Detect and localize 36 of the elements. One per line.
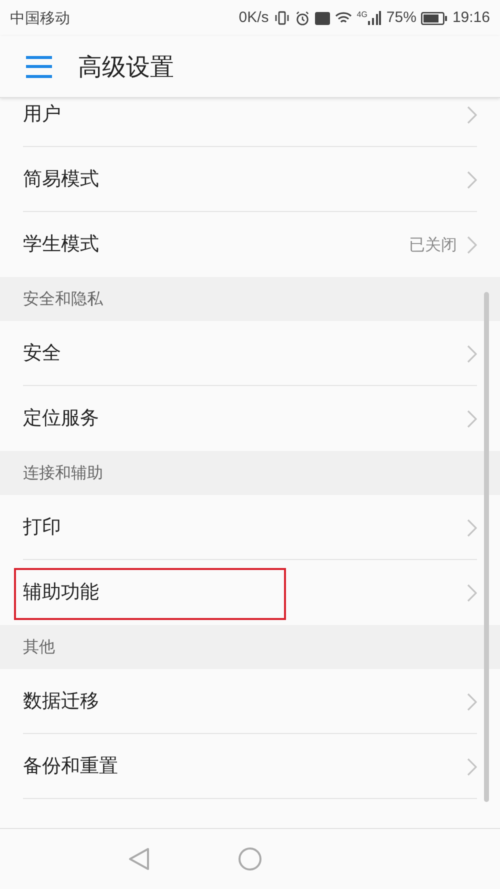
chevron-right-icon <box>467 584 477 602</box>
chevron-right-icon <box>467 170 477 188</box>
row-label: 打印 <box>23 515 61 540</box>
page-title: 高级设置 <box>78 52 174 82</box>
home-icon[interactable] <box>238 847 262 871</box>
network-speed: 0K/s <box>238 8 269 28</box>
row-label: 学生模式 <box>23 232 99 258</box>
row-label: 辅助功能 <box>23 580 99 606</box>
battery-icon <box>421 12 448 24</box>
clock-time: 19:16 <box>452 8 490 28</box>
chevron-right-icon <box>467 692 477 710</box>
row-label: 定位服务 <box>23 406 99 432</box>
chevron-right-icon <box>467 344 477 362</box>
row-label: 安全 <box>23 341 61 366</box>
vibrate-icon <box>274 11 290 25</box>
battery-percent: 75% <box>386 8 416 28</box>
row-label: 数据迁移 <box>23 689 99 714</box>
section-header: 安全和隐私 <box>0 277 500 321</box>
section-header: 其他 <box>0 625 500 669</box>
row-label: 备份和重置 <box>23 754 118 780</box>
network-type: 4G <box>356 11 368 19</box>
chevron-right-icon <box>467 236 477 254</box>
row-label: 简易模式 <box>23 167 99 192</box>
chevron-right-icon <box>467 410 477 428</box>
section-header: 连接和辅助 <box>0 451 500 495</box>
chevron-right-icon <box>467 758 477 776</box>
carrier-text: 中国移动 <box>10 8 70 29</box>
chevron-right-icon <box>467 106 477 124</box>
alarm-icon <box>294 10 310 26</box>
menu-button[interactable] <box>26 56 52 78</box>
back-icon[interactable] <box>128 847 150 871</box>
row-value: 已关闭 <box>409 234 457 256</box>
wifi-icon <box>334 11 352 25</box>
row-label: 用户 <box>23 102 61 128</box>
signal-icon <box>367 11 382 25</box>
chevron-right-icon <box>467 518 477 536</box>
